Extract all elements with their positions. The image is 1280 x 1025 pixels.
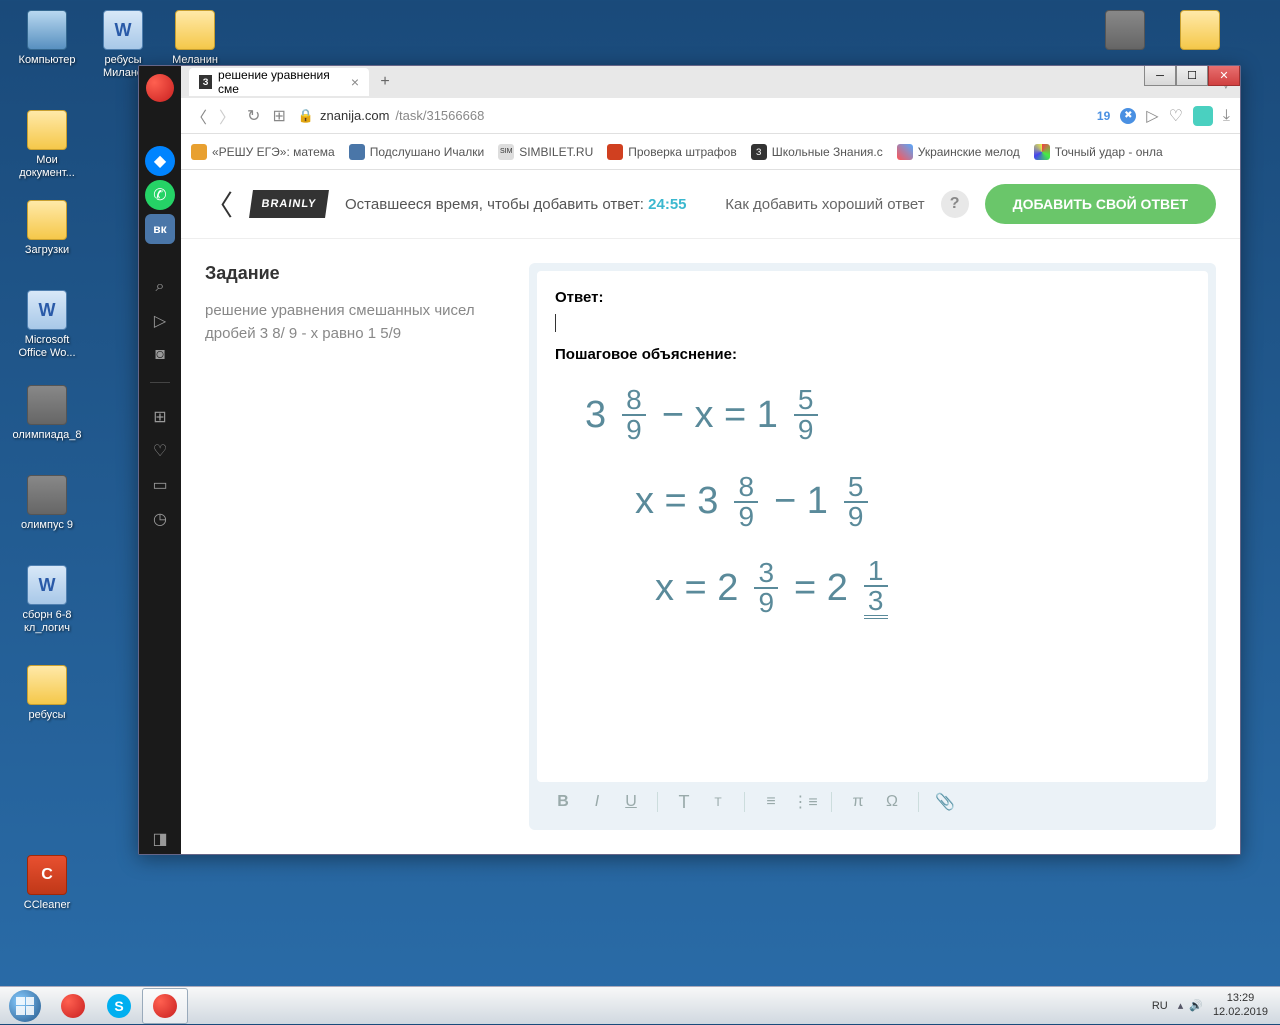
tab-bar: З решение уравнения сме × + ▽: [181, 66, 1240, 98]
underline-button[interactable]: U: [617, 788, 645, 816]
browser-window: ─ ☐ ✕ ◆ ✆ вк ⌕ ▷ ◙ ⊞ ♡ ▭ ◷ ◨ З решение у…: [138, 65, 1241, 855]
taskbar-opera-active[interactable]: [142, 988, 188, 1024]
task-column: Задание решение уравнения смешанных чисе…: [205, 263, 505, 830]
history-icon[interactable]: ◷: [145, 504, 175, 534]
desktop-icon-melanin[interactable]: Меланин: [160, 10, 230, 67]
lock-icon: 🔒: [298, 108, 314, 124]
steps-label: Пошаговое объяснение:: [555, 346, 1190, 363]
tray-chevron-icon[interactable]: ▴: [1178, 999, 1184, 1012]
answer-editor[interactable]: Ответ: Пошаговое объяснение: 3 89 − x = …: [537, 271, 1208, 782]
handwriting-content: 3 89 − x = 1 59 x = 3 89 − 1 59: [555, 375, 1190, 646]
address-bar: 〈 〉 ↻ ⊞ 🔒 znanija.com/task/31566668 19 ✖…: [181, 98, 1240, 134]
bookmark-item[interactable]: SIMSIMBILET.RU: [498, 144, 593, 160]
help-icon[interactable]: ?: [941, 190, 969, 218]
desktop-icon-ccleaner[interactable]: CCCleaner: [12, 855, 82, 912]
tray-clock[interactable]: 13:29 12.02.2019: [1213, 992, 1268, 1018]
back-button[interactable]: 〈: [191, 104, 207, 128]
desktop-icon-rebus[interactable]: ребусы: [12, 665, 82, 722]
download-icon[interactable]: ⤓: [1223, 107, 1230, 125]
text-cursor: [555, 314, 557, 332]
messenger-icon[interactable]: ◆: [145, 146, 175, 176]
bookmarks-bar: «РЕШУ ЕГЭ»: матема Подслушано Ичалки SIM…: [181, 134, 1240, 170]
minimize-button[interactable]: ─: [1144, 66, 1176, 86]
omega-button[interactable]: Ω: [878, 788, 906, 816]
timer-block: Оставшееся время, чтобы добавить ответ: …: [345, 196, 687, 213]
text-small-button[interactable]: T: [704, 788, 732, 816]
text-large-button[interactable]: T: [670, 788, 698, 816]
camera-icon[interactable]: ◙: [145, 340, 175, 370]
tab-close-icon[interactable]: ×: [351, 74, 359, 90]
page-header: 〈 BRAINLY Оставшееся время, чтобы добави…: [181, 170, 1240, 239]
editor-toolbar: B I U T T ≡ ⋮≡ π Ω 📎: [537, 782, 1208, 822]
desktop-icon-downloads[interactable]: Загрузки: [12, 200, 82, 257]
close-button[interactable]: ✕: [1208, 66, 1240, 86]
blocked-count: 19: [1097, 109, 1110, 123]
forward-button[interactable]: 〉: [219, 104, 235, 128]
page-content: 〈 BRAINLY Оставшееся время, чтобы добави…: [181, 170, 1240, 854]
bookmark-item[interactable]: ЗШкольные Знания.c: [751, 144, 883, 160]
desktop-icon-top1[interactable]: [1090, 10, 1160, 54]
desktop-icon-mydocs[interactable]: Мои документ...: [12, 110, 82, 180]
tray-volume-icon[interactable]: 🔊: [1189, 999, 1203, 1012]
system-tray: RU ▴ 🔊 13:29 12.02.2019: [1140, 992, 1280, 1018]
taskbar: S RU ▴ 🔊 13:29 12.02.2019: [0, 986, 1280, 1024]
sidebar-collapse-icon[interactable]: ◨: [145, 824, 175, 854]
tab-title: решение уравнения сме: [218, 68, 345, 96]
taskbar-opera[interactable]: [50, 988, 96, 1024]
block-badge-icon[interactable]: ✖: [1120, 108, 1136, 124]
browser-main: З решение уравнения сме × + ▽ 〈 〉 ↻ ⊞ 🔒 …: [181, 66, 1240, 854]
tab-favicon: З: [199, 75, 212, 89]
bold-button[interactable]: B: [549, 788, 577, 816]
reload-button[interactable]: ↻: [247, 106, 260, 126]
lang-indicator[interactable]: RU: [1152, 1000, 1168, 1012]
bookmark-item[interactable]: Проверка штрафов: [607, 144, 736, 160]
page-body: Задание решение уравнения смешанных чисе…: [181, 239, 1240, 854]
whatsapp-icon[interactable]: ✆: [145, 180, 175, 210]
page-back-button[interactable]: 〈: [205, 184, 233, 224]
how-to-link[interactable]: Как добавить хороший ответ: [725, 196, 924, 213]
vpn-icon[interactable]: ▷: [1146, 106, 1158, 126]
desktop-icon-top2[interactable]: [1165, 10, 1235, 54]
speed-dial-icon[interactable]: ⊞: [145, 402, 175, 432]
desktop-icon-computer[interactable]: Компьютер: [12, 10, 82, 67]
list-unordered-button[interactable]: ⋮≡: [791, 788, 819, 816]
bookmark-item[interactable]: «РЕШУ ЕГЭ»: матема: [191, 144, 335, 160]
pi-button[interactable]: π: [844, 788, 872, 816]
opera-sidebar: ◆ ✆ вк ⌕ ▷ ◙ ⊞ ♡ ▭ ◷ ◨: [139, 66, 181, 854]
bookmark-item[interactable]: Точный удар - онла: [1034, 144, 1163, 160]
italic-button[interactable]: I: [583, 788, 611, 816]
attach-button[interactable]: 📎: [931, 788, 959, 816]
bookmark-item[interactable]: Подслушано Ичалки: [349, 144, 484, 160]
apps-button[interactable]: ⊞: [272, 106, 285, 126]
url-field[interactable]: 🔒 znanija.com/task/31566668: [298, 108, 1085, 124]
new-tab-button[interactable]: +: [373, 70, 397, 94]
desktop-icon-sborn[interactable]: Wсборн 6-8 кл_логич: [12, 565, 82, 635]
task-heading: Задание: [205, 263, 505, 284]
extension-icon[interactable]: [1193, 106, 1213, 126]
timer-value: 24:55: [648, 196, 686, 213]
list-ordered-button[interactable]: ≡: [757, 788, 785, 816]
add-answer-button[interactable]: ДОБАВИТЬ СВОЙ ОТВЕТ: [985, 184, 1216, 224]
browser-tab[interactable]: З решение уравнения сме ×: [189, 68, 369, 96]
desktop-icon-word[interactable]: WMicrosoft Office Wo...: [12, 290, 82, 360]
bookmark-item[interactable]: Украинские мелод: [897, 144, 1020, 160]
search-icon[interactable]: ⌕: [145, 272, 175, 302]
vk-icon[interactable]: вк: [145, 214, 175, 244]
bookmark-icon[interactable]: ♡: [1169, 106, 1183, 126]
desktop-icon-olimpus9[interactable]: олимпус 9: [12, 475, 82, 532]
desktop-icon-olimp8[interactable]: олимпиада_8: [12, 385, 82, 442]
send-icon[interactable]: ▷: [145, 306, 175, 336]
task-text: решение уравнения смешанных чисел дробей…: [205, 300, 505, 345]
opera-logo[interactable]: [146, 74, 174, 102]
answer-column: Ответ: Пошаговое объяснение: 3 89 − x = …: [529, 263, 1216, 830]
news-icon[interactable]: ▭: [145, 470, 175, 500]
taskbar-skype[interactable]: S: [96, 988, 142, 1024]
heart-icon[interactable]: ♡: [145, 436, 175, 466]
answer-label: Ответ:: [555, 289, 1190, 306]
start-button[interactable]: [0, 987, 50, 1025]
maximize-button[interactable]: ☐: [1176, 66, 1208, 86]
brainly-logo[interactable]: BRAINLY: [249, 190, 329, 218]
